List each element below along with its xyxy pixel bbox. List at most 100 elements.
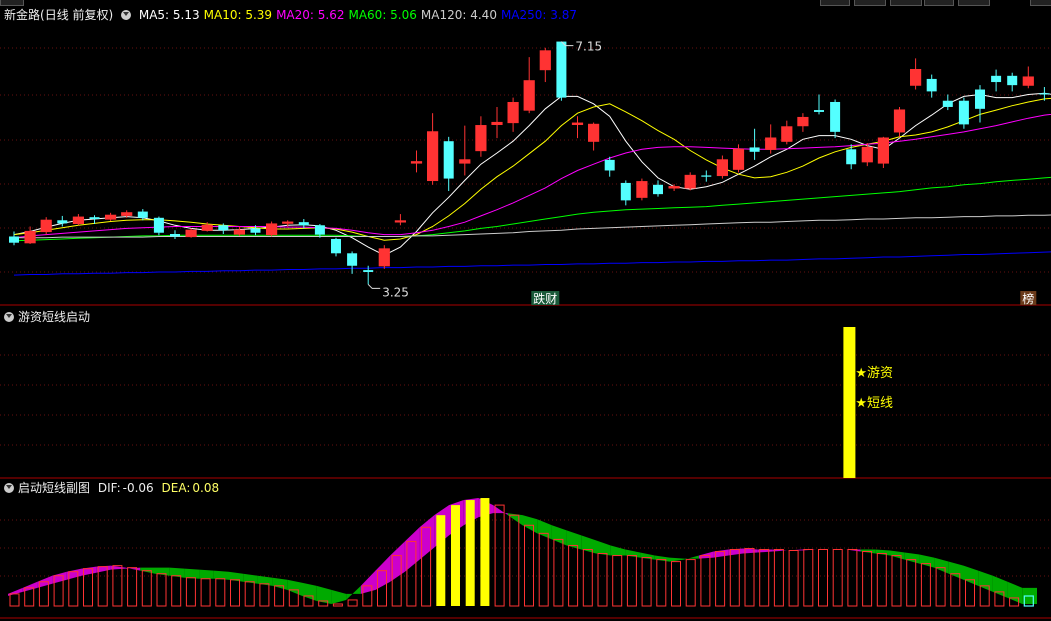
histogram-cell (347, 599, 358, 607)
histogram-bar (743, 547, 758, 607)
histogram-cell (920, 563, 931, 607)
candle-body (1007, 75, 1018, 86)
candlestick (975, 85, 985, 123)
candle-body (331, 238, 341, 254)
histogram-bar (302, 582, 317, 607)
histogram-bar (155, 567, 170, 607)
ma-legend-ma120: MA120: 4.40 (420, 8, 497, 22)
candle-body (89, 217, 100, 220)
candlestick (378, 245, 390, 269)
candle-body (298, 222, 309, 226)
candlestick (765, 124, 777, 154)
candlestick (636, 178, 648, 201)
histogram-bar (404, 527, 420, 607)
histogram-cell (185, 577, 196, 607)
histogram-cell (891, 555, 902, 607)
panel2-header: 游资短线启动 (4, 309, 94, 325)
candlestick (266, 221, 278, 237)
ma-legend-ma5: MA5: 5.13 (138, 8, 200, 22)
candle-body (653, 184, 663, 195)
histogram-cell (230, 579, 240, 607)
histogram-bar (963, 565, 979, 607)
candle-body (556, 41, 567, 98)
candlestick (749, 128, 760, 160)
candle-body (443, 141, 454, 179)
candlestick (942, 94, 953, 111)
histogram-bar (640, 552, 655, 607)
low-price-label: 3.25 (382, 285, 409, 299)
candlestick (185, 228, 197, 238)
histogram-cell (759, 548, 770, 607)
histogram-bar (463, 498, 479, 606)
candle-body (958, 100, 969, 125)
histogram-bar (346, 585, 361, 607)
histogram-cell (553, 538, 564, 607)
candle-body-fill (475, 125, 486, 151)
histogram-bar (566, 530, 582, 607)
histogram-bar (728, 548, 743, 607)
candlestick (926, 74, 937, 98)
histogram-cell (244, 581, 255, 607)
candlestick (427, 113, 439, 185)
candle-body (218, 225, 229, 231)
candlestick (24, 226, 36, 244)
candlestick (893, 106, 906, 137)
histogram-bar (1007, 581, 1023, 607)
histogram-highlight (480, 498, 490, 606)
candlestick (539, 47, 551, 83)
histogram-bar (243, 573, 258, 607)
candlestick (877, 136, 890, 168)
histogram-cell (538, 532, 549, 607)
histogram-bar (96, 565, 111, 607)
panel-menu-icon[interactable] (4, 483, 14, 493)
candle-body-fill (733, 149, 744, 170)
histogram-cell (141, 570, 152, 607)
candlestick (459, 125, 471, 176)
histogram-cell (685, 559, 696, 607)
candlestick (1022, 66, 1034, 89)
candlestick (72, 214, 85, 226)
candle-body-fill (25, 231, 36, 243)
candlestick (233, 226, 245, 236)
event-marker-label: 跌财 (533, 291, 557, 306)
panel2-title: 游资短线启动 (18, 310, 91, 324)
histogram-bar (199, 569, 214, 607)
candlestick (104, 212, 117, 221)
histogram-bar (801, 548, 817, 607)
histogram-bar (257, 575, 273, 607)
histogram-cell (259, 583, 270, 607)
histogram-bar (449, 500, 464, 606)
histogram-bar (537, 519, 552, 607)
histogram-cell (906, 559, 917, 607)
histogram-bar (684, 555, 699, 607)
histogram-bar (169, 567, 185, 607)
candle-body-fill (508, 102, 519, 123)
panel-menu-icon[interactable] (4, 312, 14, 322)
chart-canvas[interactable]: 7.153.25跌财榜张★游资★短线★游资★短线 (0, 0, 1051, 621)
candle-body-fill (878, 138, 889, 163)
histogram-bar (125, 567, 141, 607)
candle-body-fill (202, 225, 213, 231)
histogram-cell (97, 566, 108, 607)
candle-body (701, 175, 712, 177)
candle-body-fill (234, 230, 245, 234)
histogram-bar (610, 545, 626, 607)
candlestick (571, 116, 584, 139)
ma-legend-ma20: MA20: 5.62 (276, 8, 345, 22)
histogram-bar (228, 571, 244, 607)
histogram-bar (919, 554, 935, 607)
dea-label: DEA: (161, 481, 191, 495)
panel-menu-icon[interactable] (121, 10, 132, 20)
histogram-bar (8, 587, 23, 607)
histogram-bar (904, 552, 920, 607)
histogram-cell (935, 567, 946, 607)
histogram-cell (700, 555, 711, 607)
histogram-cell (847, 548, 858, 607)
histogram-bar (551, 525, 567, 607)
histogram-cell (200, 578, 211, 607)
candle-body-fill (459, 159, 470, 163)
histogram-bar (66, 568, 82, 607)
candlestick (491, 106, 503, 139)
stock-chart-window: { "header": { "stock_name": "新金路", "peri… (0, 0, 1051, 621)
histogram-fill-down (346, 585, 361, 600)
